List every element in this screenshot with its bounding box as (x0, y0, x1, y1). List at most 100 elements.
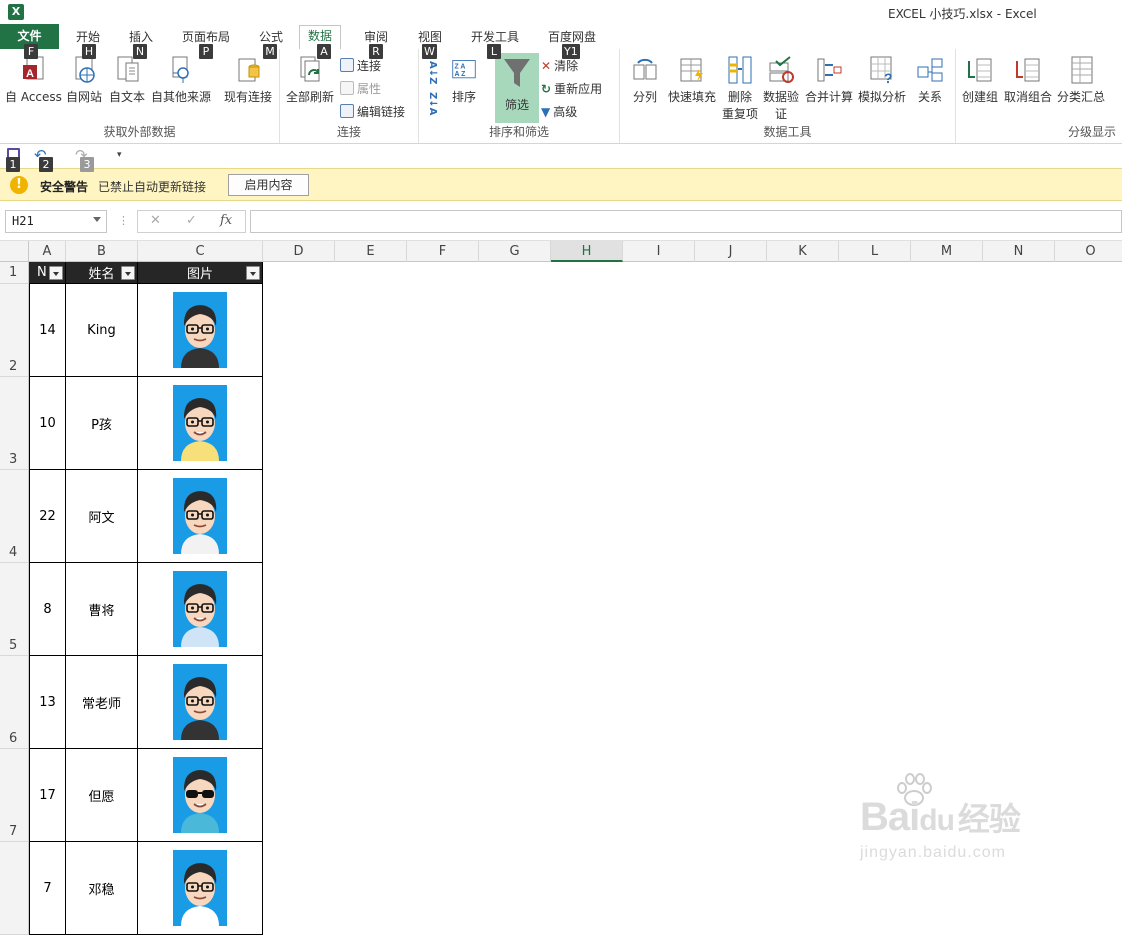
select-all-corner[interactable] (0, 241, 29, 262)
cell-picture[interactable] (138, 377, 263, 470)
avatar-image[interactable] (173, 385, 227, 461)
header-cell-picture[interactable]: 图片 (138, 262, 263, 284)
cell-picture[interactable] (138, 563, 263, 656)
column-header-j[interactable]: J (695, 241, 767, 262)
subtotal-button[interactable]: 分类汇总 (1057, 55, 1105, 105)
filter-button[interactable]: 筛选 (495, 53, 539, 123)
header-cell-name[interactable]: 姓名 (66, 262, 138, 284)
column-header-i[interactable]: I (623, 241, 695, 262)
relationships-button[interactable]: 关系 (917, 55, 943, 105)
row-header[interactable]: 7 (0, 749, 29, 842)
filter-dropdown-icon[interactable] (246, 266, 260, 280)
cell-n[interactable]: 14 (29, 284, 66, 377)
tab-home[interactable]: 开始 (76, 28, 100, 45)
avatar-image[interactable] (173, 850, 227, 926)
avatar-image[interactable] (173, 664, 227, 740)
tab-developer[interactable]: 开发工具 (471, 28, 519, 45)
cell-n[interactable]: 7 (29, 842, 66, 935)
cell-name[interactable]: 邓稳 (66, 842, 138, 935)
confirm-entry-icon[interactable]: ✓ (186, 213, 197, 228)
avatar-image[interactable] (173, 292, 227, 368)
connections-button[interactable]: 连接 (340, 57, 381, 74)
column-header-l[interactable]: L (839, 241, 911, 262)
tab-view[interactable]: 视图 (418, 28, 442, 45)
tab-review[interactable]: 审阅 (364, 28, 388, 45)
cell-picture[interactable] (138, 656, 263, 749)
cell-n[interactable]: 13 (29, 656, 66, 749)
formula-bar-splitter[interactable]: ⋮ (118, 214, 129, 227)
tab-page-layout[interactable]: 页面布局 (182, 28, 230, 45)
cancel-entry-icon[interactable]: ✕ (150, 213, 161, 228)
column-header-m[interactable]: M (911, 241, 983, 262)
from-text-button[interactable]: 自文本 (109, 55, 145, 105)
cell-picture[interactable] (138, 470, 263, 563)
column-header-f[interactable]: F (407, 241, 479, 262)
avatar-image[interactable] (173, 571, 227, 647)
customize-qat-icon[interactable]: ▾ (117, 150, 122, 160)
properties-button[interactable]: 属性 (340, 80, 381, 97)
advanced-filter-button[interactable]: ▼ 高级 (541, 103, 577, 120)
filter-dropdown-icon[interactable] (49, 266, 63, 280)
column-header-o[interactable]: O (1055, 241, 1122, 262)
reapply-button[interactable]: ↻ 重新应用 (541, 80, 602, 97)
cell-name[interactable]: King (66, 284, 138, 377)
row-header[interactable]: 2 (0, 284, 29, 377)
text-to-columns-button[interactable]: 分列 (632, 55, 658, 105)
cell-name[interactable]: 常老师 (66, 656, 138, 749)
data-validation-button[interactable]: 数据验证 (763, 55, 799, 122)
avatar-image[interactable] (173, 757, 227, 833)
ungroup-button[interactable]: 取消组合 (1004, 55, 1052, 105)
cell-picture[interactable] (138, 749, 263, 842)
from-other-sources-button[interactable]: 自其他来源 (151, 55, 211, 105)
row-header-1[interactable]: 1 (0, 262, 29, 284)
sort-filter-dropdown-icon[interactable] (121, 266, 135, 280)
cell-n[interactable]: 17 (29, 749, 66, 842)
cell-name[interactable]: 阿文 (66, 470, 138, 563)
tab-insert[interactable]: 插入 (129, 28, 153, 45)
from-access-button[interactable]: A 自 Access (5, 55, 62, 105)
sort-z-to-a-button[interactable]: Z↓A (427, 92, 438, 115)
column-header-c[interactable]: C (138, 241, 263, 262)
tab-formulas[interactable]: 公式 (259, 28, 283, 45)
existing-connections-button[interactable]: 现有连接 (224, 55, 272, 105)
tab-baidu-netdisk[interactable]: 百度网盘 (548, 28, 596, 45)
column-header-a[interactable]: A (29, 241, 66, 262)
cell-n[interactable]: 8 (29, 563, 66, 656)
row-header[interactable]: 4 (0, 470, 29, 563)
consolidate-button[interactable]: 合并计算 (805, 55, 853, 105)
column-header-g[interactable]: G (479, 241, 551, 262)
enable-content-button[interactable]: 启用内容 (228, 174, 309, 196)
cell-n[interactable]: 22 (29, 470, 66, 563)
what-if-analysis-button[interactable]: ? 模拟分析 (858, 55, 906, 105)
group-button[interactable]: 创建组 (962, 55, 998, 105)
sort-a-to-z-button[interactable]: A↓Z (427, 61, 438, 84)
sort-button[interactable]: Z AA Z 排序 (451, 55, 477, 105)
cell-name[interactable]: 但愿 (66, 749, 138, 842)
clear-filter-button[interactable]: ✕ 清除 (541, 57, 578, 74)
edit-links-button[interactable]: 编辑链接 (340, 103, 405, 120)
column-header-b[interactable]: B (66, 241, 138, 262)
flash-fill-button[interactable]: 快速填充 (668, 55, 716, 105)
insert-function-icon[interactable]: fx (220, 213, 232, 228)
cell-n[interactable]: 10 (29, 377, 66, 470)
avatar-image[interactable] (173, 478, 227, 554)
row-header[interactable]: 5 (0, 563, 29, 656)
row-header[interactable]: 6 (0, 656, 29, 749)
column-header-d[interactable]: D (263, 241, 335, 262)
cell-name[interactable]: 曹将 (66, 563, 138, 656)
remove-duplicates-button[interactable]: 删除 重复项 (722, 55, 758, 122)
cell-picture[interactable] (138, 842, 263, 935)
column-header-h[interactable]: H (551, 241, 623, 262)
from-web-button[interactable]: 自网站 (66, 55, 102, 105)
row-header[interactable]: 3 (0, 377, 29, 470)
refresh-all-button[interactable]: 全部刷新 (286, 55, 334, 105)
column-header-k[interactable]: K (767, 241, 839, 262)
cell-name[interactable]: P孩 (66, 377, 138, 470)
cell-picture[interactable] (138, 284, 263, 377)
name-box[interactable]: H21 (5, 210, 107, 233)
row-header[interactable] (0, 842, 29, 935)
header-cell-n[interactable]: N (29, 262, 66, 284)
name-box-dropdown-icon[interactable] (93, 217, 101, 222)
formula-input[interactable] (250, 210, 1122, 233)
column-header-n[interactable]: N (983, 241, 1055, 262)
